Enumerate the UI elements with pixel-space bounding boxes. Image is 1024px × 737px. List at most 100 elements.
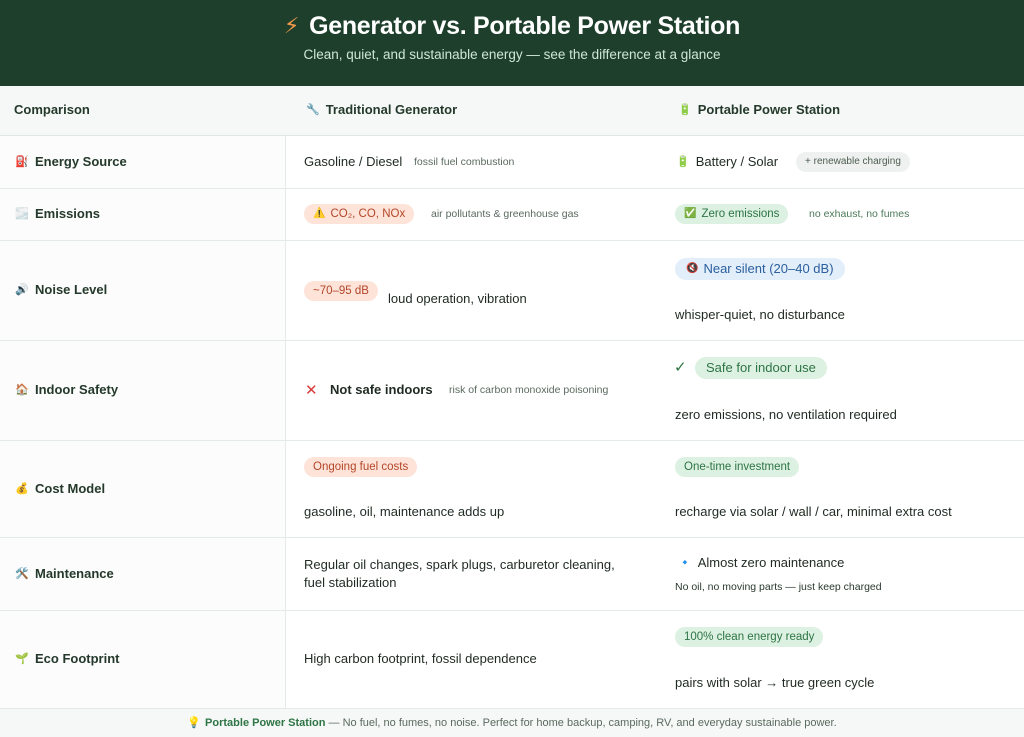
station-pill-text: Near silent (20–40 dB): [703, 261, 834, 276]
generator-cell: ~70–95 dB loud operation, vibration: [286, 241, 658, 340]
station-value: pairs with solar → true green cycle: [675, 675, 875, 690]
generator-value: gasoline, oil, maintenance adds up: [304, 504, 505, 519]
generator-pill: ⚠️ CO₂, CO, NOx: [304, 204, 415, 224]
station-value: 🔋 Battery / Solar: [676, 154, 778, 169]
column-header-generator-label: Traditional Generator: [325, 102, 458, 117]
table-row-maintenance: 🛠️ Maintenance Regular oil changes, spark…: [0, 538, 1024, 611]
station-cell: 🔇 Near silent (20–40 dB) whisper-quiet, n…: [658, 241, 1024, 340]
table-header-row: Comparison 🔧 Traditional Generator 🔋 Porta…: [0, 86, 1024, 136]
cross-icon: ✕: [305, 382, 318, 399]
generator-cell: High carbon footprint, fossil dependence: [286, 611, 658, 708]
seedling-icon: 🌱: [15, 653, 29, 665]
fuel-pump-icon: ⛽: [15, 156, 29, 168]
row-label-text: Emissions: [35, 206, 101, 221]
station-value-text: Almost zero maintenance: [697, 555, 845, 570]
row-label-text: Indoor Safety: [35, 382, 119, 397]
battery-icon: 🔋: [678, 104, 692, 116]
row-label-cell: 🏠 Indoor Safety: [0, 341, 286, 440]
station-pill-text: Zero emissions: [701, 208, 780, 220]
row-label-cell: 🔊 Noise Level: [0, 241, 286, 340]
blue-diamond-icon: 🔹: [678, 557, 692, 569]
station-cell: ✅ Zero emissions no exhaust, no fumes: [658, 189, 1024, 240]
generator-value-line2: fuel stabilization: [304, 575, 397, 590]
station-value: recharge via solar / wall / car, minimal…: [675, 504, 952, 519]
station-note: no exhaust, no fumes: [809, 208, 910, 220]
house-icon: 🏠: [15, 384, 29, 396]
column-header-station-label: Portable Power Station: [697, 102, 841, 117]
row-label: 🌱 Eco Footprint: [14, 651, 120, 666]
table-row-emissions: 🌫️ Emissions ⚠️ CO₂, CO, NOx air pollutant…: [0, 189, 1024, 241]
station-pill: ✅ Zero emissions: [675, 204, 789, 224]
page-title: Generator vs. Portable Power Station: [309, 12, 741, 40]
tools-icon: 🛠️: [15, 568, 29, 580]
wrench-icon: 🔧: [306, 104, 320, 116]
table-row-cost-model: 💰 Cost Model Ongoing fuel costs gasoline,…: [0, 441, 1024, 538]
row-label-cell: ⛽ Energy Source: [0, 136, 286, 188]
footer-text: — No fuel, no fumes, no noise. Perfect f…: [325, 717, 837, 729]
row-label-cell: 💰 Cost Model: [0, 441, 286, 537]
row-label-text: Noise Level: [35, 282, 108, 297]
mute-icon: 🔇: [686, 263, 699, 274]
generator-value: loud operation, vibration: [388, 291, 527, 306]
table-row-noise-level: 🔊 Noise Level ~70–95 dB loud operation, v…: [0, 241, 1024, 341]
row-label: 🌫️ Emissions: [14, 206, 100, 221]
row-label-text: Energy Source: [35, 154, 127, 169]
station-cell: ✓ Safe for indoor use zero emissions, no…: [658, 341, 1024, 440]
header-cell-station: 🔋 Portable Power Station: [658, 86, 1024, 135]
page-title-wrap: ⚡ Generator vs. Portable Power Station: [0, 11, 1024, 41]
generator-pill: ~70–95 dB: [304, 281, 378, 301]
row-label-text: Eco Footprint: [35, 651, 120, 666]
generator-cell: ⚠️ CO₂, CO, NOx air pollutants & greenhou…: [286, 189, 658, 240]
header-cell-comparison: Comparison: [0, 86, 286, 135]
money-bag-icon: 💰: [15, 483, 29, 495]
generator-pill-text: CO₂, CO, NOx: [330, 208, 406, 220]
station-pill: Safe for indoor use: [695, 357, 827, 379]
table-row-energy-source: ⛽ Energy Source Gasoline / Diesel fossil …: [0, 136, 1024, 189]
station-note: No oil, no moving parts — just keep char…: [675, 581, 882, 593]
station-value-text: Battery / Solar: [695, 154, 779, 169]
generator-pill: Ongoing fuel costs: [304, 457, 418, 477]
column-header-station: 🔋 Portable Power Station: [678, 102, 840, 117]
generator-note: fossil fuel combustion: [414, 156, 515, 168]
generator-value: High carbon footprint, fossil dependence: [304, 651, 537, 666]
row-label-cell: 🌱 Eco Footprint: [0, 611, 286, 708]
station-tag: + renewable charging: [796, 152, 910, 172]
check-icon: ✓: [674, 359, 687, 376]
header-cell-generator: 🔧 Traditional Generator: [286, 86, 658, 135]
lightbulb-icon: 💡: [187, 717, 202, 729]
station-cell: 🔋 Battery / Solar + renewable charging: [658, 136, 1024, 188]
generator-cell: Regular oil changes, spark plugs, carbur…: [286, 538, 658, 610]
footer-strong: Portable Power Station: [205, 717, 326, 729]
page-footer: 💡 Portable Power Station — No fuel, no fu…: [0, 708, 1024, 737]
lightning-icon: ⚡: [283, 13, 300, 38]
station-pill: 🔇 Near silent (20–40 dB): [675, 258, 845, 280]
speaker-icon: 🔊: [15, 284, 29, 296]
page-header: ⚡ Generator vs. Portable Power Station Cl…: [0, 0, 1024, 86]
station-cell: One-time investment recharge via solar /…: [658, 441, 1024, 537]
generator-note: air pollutants & greenhouse gas: [431, 208, 579, 220]
warning-icon: ⚠️: [313, 208, 326, 219]
station-value: 🔹 Almost zero maintenance: [678, 555, 844, 570]
row-label: 🔊 Noise Level: [14, 282, 107, 297]
generator-cell: ✕ Not safe indoors risk of carbon monoxi…: [286, 341, 658, 440]
row-label: 🛠️ Maintenance: [14, 566, 114, 581]
column-header-comparison: Comparison: [14, 102, 90, 117]
row-label-text: Cost Model: [35, 481, 106, 496]
battery-icon: 🔋: [676, 156, 690, 168]
table-row-eco-footprint: 🌱 Eco Footprint High carbon footprint, fo…: [0, 611, 1024, 708]
station-pill: 100% clean energy ready: [675, 627, 824, 647]
station-value: whisper-quiet, no disturbance: [675, 307, 845, 322]
row-label: 🏠 Indoor Safety: [14, 382, 118, 397]
fog-icon: 🌫️: [15, 208, 29, 220]
generator-cell: Ongoing fuel costs gasoline, oil, mainte…: [286, 441, 658, 537]
generator-value: Gasoline / Diesel: [304, 154, 403, 169]
station-cell: 🔹 Almost zero maintenance No oil, no movi…: [658, 538, 1024, 610]
generator-cell: Gasoline / Diesel fossil fuel combustion: [286, 136, 658, 188]
check-box-icon: ✅: [684, 208, 697, 219]
row-label-text: Maintenance: [35, 566, 114, 581]
row-label: 💰 Cost Model: [14, 481, 105, 496]
row-label: ⛽ Energy Source: [14, 154, 127, 169]
generator-note: risk of carbon monoxide poisoning: [449, 384, 609, 396]
station-cell: 100% clean energy ready pairs with solar…: [658, 611, 1024, 708]
table-row-indoor-safety: 🏠 Indoor Safety ✕ Not safe indoors risk o…: [0, 341, 1024, 441]
